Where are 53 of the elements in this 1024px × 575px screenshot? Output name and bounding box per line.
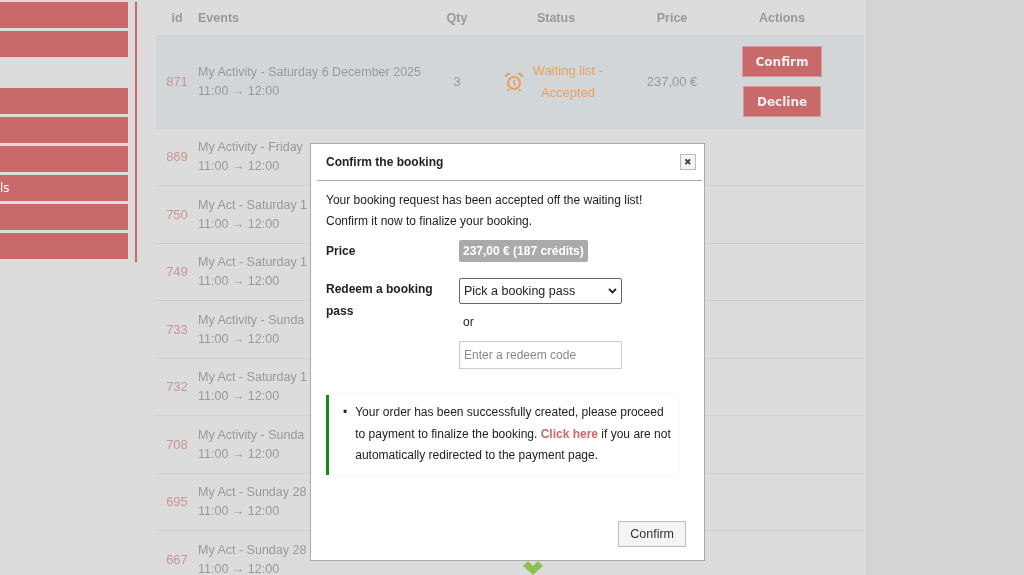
price: 237,00 € [645,74,699,90]
booking-id: 869 [165,149,189,165]
or-text: or [463,314,474,331]
event-title: My Act - Saturday 1 [198,197,308,212]
booking-id: 749 [165,264,189,280]
event-title: My Act - Saturday 1 [198,255,308,270]
column-header: Events [198,10,240,25]
status-label: Waiting list - Accepted [531,61,605,102]
booking-id: 750 [165,206,189,222]
sidebar-item[interactable]: ls [0,175,128,201]
booking-id: 708 [165,436,189,452]
event-time: 11:00 → 12:00 [198,216,280,231]
booking-id: 667 [165,551,189,567]
booking-id: 733 [165,321,189,337]
pass-select[interactable]: Pick a booking pass [459,278,622,304]
event-title: My Activity - Saturday 6 December 2025 [198,65,421,80]
modal-title: Confirm the booking [326,155,444,169]
booking-id: 732 [165,379,189,395]
quantity: 3 [452,74,462,90]
event-time: 11:00 → 12:00 [198,84,280,99]
confirm-button[interactable]: Confirm [618,521,686,547]
event-time: 11:00 → 12:00 [198,446,280,461]
event-time: 11:00 → 12:00 [198,159,280,174]
event-title: My Act - Sunday 28 [198,542,307,557]
column-header: Qty [445,10,469,25]
decline-button[interactable]: Decline [742,86,822,118]
event-time: 11:00 → 12:00 [198,274,280,289]
event-time: 11:00 → 12:00 [198,504,280,519]
redeem-label: Redeem a booking pass [326,281,434,320]
event-title: My Activity - Sunda [198,312,305,327]
intro-text: Your booking request has been accepted off the waiting list! [326,192,644,209]
price-badge: 237,00 € (187 crédits) [459,240,588,262]
column-header: id [170,10,184,25]
booking-id: 695 [165,494,189,510]
event-title: My Activity - Friday [198,140,303,155]
price-label: Price [326,243,357,260]
confirm-button[interactable]: Confirm [741,46,823,78]
alert-message: Your order has been successfully created, please proceed to payment to finalize the booking. Click here if you are not automatically redirected to the payment page. [355,404,672,464]
column-header: Actions [758,10,806,25]
column-header: Price [655,10,689,25]
column-header: Status [535,10,577,25]
event-time: 11:00 → 12:00 [198,389,280,404]
event-time: 11:00 → 12:00 [198,331,280,346]
booking-id: 871 [165,74,189,90]
bullet: • [343,404,348,421]
payment-link[interactable]: Click here [540,426,599,441]
event-title: My Act - Saturday 1 [198,370,308,385]
event-title: My Activity - Sunda [198,427,305,442]
intro-text: Confirm it now to finalize your booking. [326,213,534,230]
event-title: My Act - Sunday 28 [198,485,307,500]
redeem-code-field[interactable]: Enter a redeem code [459,341,622,369]
event-time: 11:00 → 12:00 [198,561,280,575]
close-button[interactable]: ✖ [680,154,696,170]
